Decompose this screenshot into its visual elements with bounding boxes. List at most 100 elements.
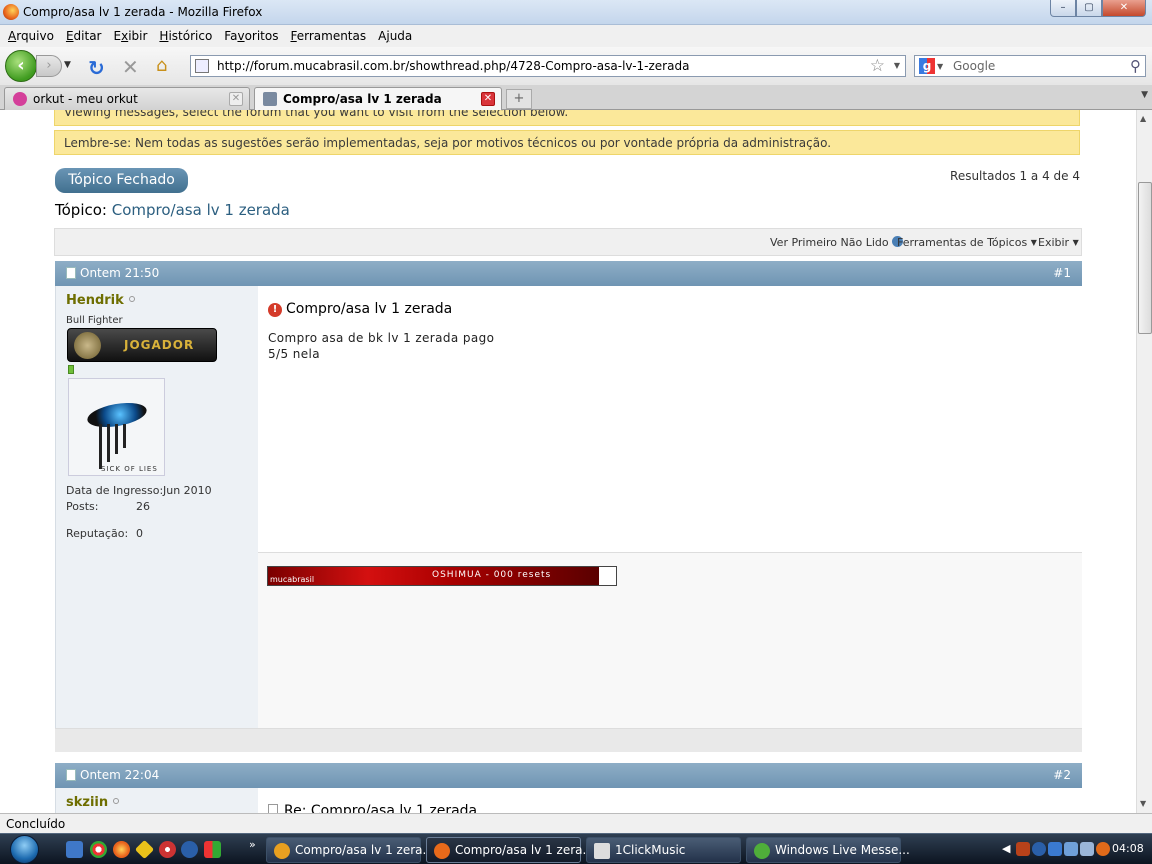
join-date-value: Jun 2010 — [163, 484, 212, 497]
window-titlebar: Compro/asa lv 1 zerada - Mozilla Firefox… — [0, 0, 1152, 25]
start-button[interactable] — [3, 834, 45, 864]
back-button[interactable]: ‹ — [5, 50, 37, 82]
post-document-icon — [66, 267, 76, 279]
post-footer — [55, 728, 1082, 752]
show-desktop-icon[interactable] — [66, 841, 83, 858]
tab-label: orkut - meu orkut — [33, 92, 138, 106]
reputation-bar-icon — [68, 365, 74, 374]
menu-favoritos[interactable]: Favoritos — [218, 29, 284, 43]
taskbar-item[interactable]: Compro/asa lv 1 zera... — [266, 837, 434, 863]
tray-network-icon[interactable] — [1048, 842, 1062, 856]
status-text: Concluído — [6, 817, 66, 831]
avatar-streak — [99, 424, 102, 469]
tray-app-icon[interactable] — [1096, 842, 1110, 856]
tray-network-icon[interactable] — [1064, 842, 1078, 856]
firefox-quicklaunch-icon[interactable] — [113, 841, 130, 858]
join-date-label: Data de Ingresso: — [66, 484, 164, 497]
scroll-up-icon[interactable]: ▲ — [1140, 114, 1146, 123]
windows-taskbar: » Compro/asa lv 1 zera... Compro/asa lv … — [0, 833, 1152, 864]
username-link[interactable]: skziin — [66, 795, 120, 810]
download-icon[interactable] — [181, 841, 198, 858]
closed-thread-button[interactable]: Tópico Fechado — [55, 168, 188, 193]
url-dropdown-icon[interactable]: ▼ — [894, 61, 900, 70]
window-title: Compro/asa lv 1 zerada - Mozilla Firefox — [23, 5, 263, 19]
history-dropdown-icon[interactable]: ▼ — [64, 60, 71, 70]
taskbar-item[interactable]: 1ClickMusic — [586, 837, 741, 863]
menu-arquivo[interactable]: Arquivo — [2, 29, 60, 43]
minimize-button[interactable]: – — [1050, 0, 1076, 17]
taskbar-item-active[interactable]: Compro/asa lv 1 zera... — [426, 837, 594, 863]
rank-emblem-icon — [74, 332, 101, 359]
menu-editar[interactable]: Editar — [60, 29, 108, 43]
engine-dropdown-icon[interactable]: ▼ — [937, 62, 943, 71]
music-task-icon — [594, 843, 610, 859]
home-icon[interactable]: ⌂ — [156, 55, 167, 76]
menu-ajuda[interactable]: Ajuda — [372, 29, 418, 43]
user-info-panel: Hendrik Bull Fighter JOGADOR SICK OF LIE… — [55, 286, 258, 728]
system-tray: ◀ 04:08 — [1000, 834, 1152, 864]
bookmark-star-icon[interactable]: ☆ — [870, 56, 885, 76]
stop-icon[interactable]: ✕ — [122, 55, 139, 79]
tab-thread[interactable]: Compro/asa lv 1 zerada ✕ — [254, 87, 502, 111]
quicklaunch-more-icon[interactable]: » — [249, 838, 256, 851]
new-tab-button[interactable]: + — [506, 89, 532, 109]
taskbar-item[interactable]: Windows Live Messe... — [746, 837, 910, 863]
reload-icon[interactable]: ↻ — [88, 56, 105, 80]
firefox-icon — [3, 4, 19, 20]
orkut-icon — [13, 92, 27, 106]
reputation-value: 0 — [136, 527, 143, 540]
scroll-down-icon[interactable]: ▼ — [1140, 799, 1146, 808]
close-window-button[interactable]: ✕ — [1102, 0, 1146, 17]
avatar-streak — [115, 424, 118, 454]
chrome-icon[interactable] — [90, 841, 107, 858]
maximize-button[interactable]: ▢ — [1076, 0, 1102, 17]
picasa-icon[interactable] — [204, 841, 221, 858]
vertical-scrollbar[interactable]: ▲ ▼ — [1136, 110, 1152, 813]
caret-down-icon: ▼ — [1072, 238, 1079, 247]
rank-badge: JOGADOR — [67, 328, 217, 362]
menu-ferramentas[interactable]: Ferramentas — [284, 29, 372, 43]
tab-orkut[interactable]: orkut - meu orkut ✕ — [4, 87, 250, 110]
user-avatar[interactable]: SICK OF LIES — [68, 378, 165, 476]
scrollbar-thumb[interactable] — [1138, 182, 1152, 334]
chrome-task-icon — [274, 843, 290, 859]
tab-label: Compro/asa lv 1 zerada — [283, 92, 442, 106]
menu-historico[interactable]: Histórico — [153, 29, 218, 43]
search-input[interactable]: Google — [953, 59, 995, 73]
thread-title-link[interactable]: Compro/asa lv 1 zerada — [112, 201, 290, 219]
username-link[interactable]: Hendrik — [66, 293, 135, 308]
tray-expand-icon[interactable]: ◀ — [1002, 842, 1010, 855]
offline-status-icon — [128, 296, 135, 302]
app-icon[interactable] — [134, 839, 155, 860]
first-unread-link[interactable]: Ver Primeiro Não Lido — [770, 236, 903, 249]
reputation-label: Reputação: — [66, 527, 129, 540]
tray-app-icon[interactable] — [1032, 842, 1046, 856]
tab-close-icon[interactable]: ✕ — [229, 92, 243, 106]
caret-down-icon: ▼ — [1030, 238, 1037, 247]
menu-exibir[interactable]: Exibir — [108, 29, 154, 43]
signature-banner[interactable]: mucabrasil OSHIMUA - 000 resets — [267, 566, 617, 586]
tab-close-icon[interactable]: ✕ — [481, 92, 495, 106]
tray-app-icon[interactable] — [1016, 842, 1030, 856]
url-bar[interactable]: http://forum.mucabrasil.com.br/showthrea… — [190, 55, 906, 77]
taskbar-clock[interactable]: 04:08 — [1112, 842, 1144, 855]
tab-list-dropdown-icon[interactable]: ▼ — [1141, 90, 1148, 100]
search-bar[interactable]: g ▼ Google ⚲ — [914, 55, 1146, 77]
media-icon[interactable] — [159, 841, 176, 858]
search-icon[interactable]: ⚲ — [1130, 57, 1141, 75]
post-number-link[interactable]: #2 — [1053, 768, 1071, 782]
tray-volume-icon[interactable] — [1080, 842, 1094, 856]
post-number-link[interactable]: #1 — [1053, 266, 1071, 280]
url-text[interactable]: http://forum.mucabrasil.com.br/showthrea… — [217, 59, 689, 73]
display-menu[interactable]: Exibir ▼ — [1038, 236, 1079, 249]
google-engine-icon[interactable]: g — [919, 58, 935, 74]
user-info-panel: skziin — [55, 788, 258, 813]
taskbar-item-label: Compro/asa lv 1 zera... — [295, 843, 434, 857]
thread-tools-menu[interactable]: Ferramentas de Tópicos ▼ — [897, 236, 1037, 249]
site-identity-icon[interactable] — [195, 59, 209, 73]
page-content: Viewing messages, select the forum that … — [0, 110, 1136, 813]
reputation-row: Reputação: 0 — [66, 527, 143, 540]
forward-button[interactable]: › — [36, 55, 62, 77]
signature-brand: mucabrasil — [270, 575, 315, 584]
navigation-toolbar: ‹ › ▼ ↻ ✕ ⌂ http://forum.mucabrasil.com.… — [0, 47, 1152, 85]
